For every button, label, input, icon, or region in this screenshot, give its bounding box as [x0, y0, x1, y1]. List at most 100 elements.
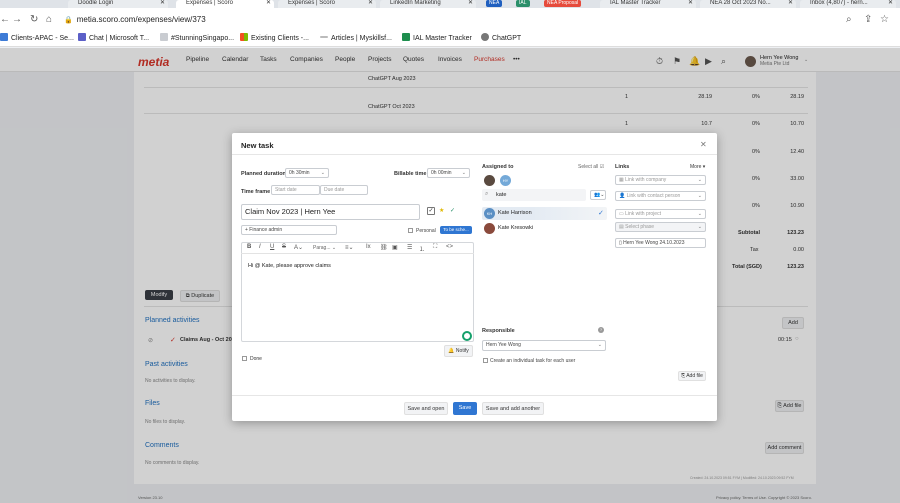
close-icon[interactable]: ✕ — [788, 0, 793, 7]
close-icon[interactable]: ✕ — [368, 0, 373, 7]
link-company-select[interactable]: ▦ Link with company ⌄ — [615, 175, 706, 185]
forward-icon[interactable]: → — [12, 12, 22, 27]
italic-icon[interactable]: I — [259, 244, 261, 250]
notify-button[interactable]: 🔔 Notify — [444, 345, 473, 357]
responsible-select[interactable]: Hern Yee Wong ⌄ — [482, 340, 606, 351]
close-icon[interactable]: ✕ — [688, 0, 693, 7]
billable-time-select[interactable]: 0h 00min ⌄ — [427, 168, 470, 178]
star-icon[interactable]: ☆ — [880, 12, 889, 27]
dash-icon — [320, 36, 328, 38]
bookmark-item[interactable]: IAL Master Tracker — [402, 33, 472, 44]
back-icon[interactable]: ← — [0, 12, 10, 27]
save-and-open-button[interactable]: Save and open — [404, 402, 448, 415]
bookmark-item[interactable]: #StunningSingapo... — [160, 33, 234, 44]
project-input[interactable]: + Finance admin — [241, 225, 337, 235]
personal-label: Personal — [416, 228, 436, 234]
help-icon[interactable]: ? — [598, 327, 604, 333]
description-editor[interactable] — [241, 242, 474, 342]
bookmark-item[interactable]: Existing Clients -... — [240, 33, 309, 44]
code-icon[interactable]: <> — [446, 244, 453, 250]
link-contact-label: Link with contact person — [626, 193, 681, 199]
browser-tab[interactable]: Doodle Login ✕ — [68, 0, 168, 8]
schedule-button[interactable]: To be sche... — [440, 226, 472, 234]
tab-label: Expenses | Scoro — [288, 0, 335, 6]
bookmark-item[interactable]: Clients-APAC - Se... — [0, 33, 74, 44]
tab-pill[interactable]: NEA — [486, 0, 503, 7]
tab-pill[interactable]: NEA Proposal — [544, 0, 582, 7]
bell-icon: 🔔 — [448, 348, 456, 354]
planned-duration-value: 0h 30min — [289, 170, 310, 176]
bookmark-item[interactable]: ChatGPT — [481, 33, 521, 44]
bookmark-item[interactable]: Chat | Microsoft T... — [78, 33, 149, 44]
address-bar[interactable]: 🔒 metia.scoro.com/expenses/view/373 — [64, 12, 824, 27]
close-icon[interactable]: ✕ — [888, 0, 893, 7]
tab-pill[interactable]: IAL — [516, 0, 530, 7]
browser-tab[interactable]: IAL Master Tracker ✕ — [600, 0, 696, 8]
share-icon[interactable]: ⇪ — [864, 12, 872, 27]
fullscreen-icon[interactable]: ⛶ — [433, 244, 437, 251]
reload-icon[interactable]: ↻ — [30, 12, 38, 27]
done-label: Done — [250, 356, 262, 362]
clear-format-icon[interactable]: Ix — [366, 244, 371, 250]
task-title-input[interactable]: Claim Nov 2023 | Hern Yee — [241, 204, 420, 220]
select-all-link[interactable]: Select all ☑ — [578, 164, 604, 170]
browser-tab[interactable]: NEA 28 Oct 2023 No... ✕ — [700, 0, 796, 8]
underline-icon[interactable]: U — [270, 244, 274, 250]
search-value: kate — [496, 192, 507, 198]
task-type-checkbox[interactable]: ✓ — [427, 207, 435, 215]
image-icon[interactable]: ▣ — [392, 244, 398, 251]
avatar[interactable] — [484, 175, 495, 186]
link-icon[interactable]: ⛓ — [380, 244, 388, 251]
close-icon[interactable]: ✕ — [160, 0, 165, 7]
strikethrough-icon[interactable]: S — [282, 244, 286, 250]
result-row[interactable]: KH Kate Harrison ✓ — [482, 207, 607, 220]
start-date-input[interactable]: Start date — [271, 185, 320, 195]
personal-checkbox[interactable] — [408, 228, 413, 233]
chevron-down-icon: ⌄ — [697, 211, 702, 217]
result-name: Kate Harrison — [498, 210, 532, 216]
result-row[interactable]: Kate Kresowki — [482, 222, 607, 235]
link-contact-select[interactable]: 👤 Link with contact person ⌄ — [615, 191, 706, 201]
close-icon[interactable]: ✕ — [468, 0, 473, 7]
filter-button[interactable]: 👥⌄ — [590, 190, 606, 200]
individual-task-checkbox[interactable] — [483, 358, 488, 363]
paragraph-format-select[interactable]: Parag... ⌄ — [313, 245, 336, 251]
browser-tab[interactable]: Inbox (4,807) - hern... ✕ — [800, 0, 896, 8]
save-and-add-another-button[interactable]: Save and add another — [482, 402, 544, 415]
bookmark-icon — [0, 33, 8, 41]
bookmark-item[interactable]: Articles | Myskillsf... — [320, 33, 392, 44]
close-icon[interactable]: ✕ — [266, 0, 271, 7]
planned-duration-select[interactable]: 0h 30min ⌄ — [285, 168, 329, 178]
close-icon[interactable]: ✕ — [700, 140, 707, 149]
modal-title: New task — [241, 141, 274, 150]
check-icon[interactable]: ✓ — [450, 207, 455, 214]
add-file-button[interactable]: ⎘ Add file — [678, 371, 706, 381]
avatar[interactable]: HY — [500, 175, 511, 186]
browser-tab[interactable]: Expenses | Scoro ✕ — [176, 0, 274, 8]
linked-document[interactable]: ▯ Hern Yee Wong 24.10.2023 — [615, 238, 706, 248]
bullet-list-icon[interactable]: ☰ — [407, 244, 412, 251]
browser-tab[interactable]: LinkedIn Marketing ✕ — [380, 0, 476, 8]
link-project-select[interactable]: ▭ Link with project ⌄ — [615, 209, 706, 219]
text-color-icon[interactable]: A⌄ — [294, 244, 303, 251]
bold-icon[interactable]: B — [247, 244, 251, 250]
numbered-list-icon[interactable]: ⒈ — [419, 244, 425, 253]
due-date-input[interactable]: Due date — [320, 185, 368, 195]
select-phase-select[interactable]: ▤ Select phase ⌄ — [615, 222, 706, 232]
divider — [232, 395, 717, 396]
description-text[interactable]: Hi @ Kate, please approve claims — [248, 263, 331, 269]
result-name: Kate Kresowki — [498, 225, 534, 231]
done-checkbox[interactable] — [242, 356, 247, 361]
editor-toolbar — [241, 242, 474, 254]
align-icon[interactable]: ≡⌄ — [345, 244, 354, 251]
avatar: KH — [484, 208, 495, 219]
more-dropdown[interactable]: More ▾ — [690, 164, 705, 170]
save-button[interactable]: Save — [453, 402, 477, 415]
chevron-down-icon: ⌄ — [697, 177, 702, 183]
zoom-icon[interactable]: ⌕ — [846, 12, 852, 27]
star-icon[interactable]: ★ — [439, 207, 444, 214]
browser-tab[interactable]: Expenses | Scoro ✕ — [278, 0, 376, 8]
grammarly-icon[interactable] — [462, 331, 472, 341]
assignee-search-input[interactable]: ⌕ kate — [482, 189, 586, 201]
home-icon[interactable]: ⌂ — [46, 12, 52, 27]
